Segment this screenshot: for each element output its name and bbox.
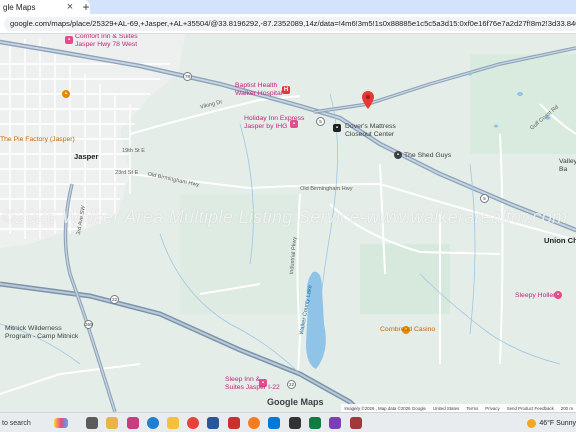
task-view-icon[interactable]	[86, 417, 98, 429]
label-holiday-inn[interactable]: Holiday Inn Express Jasper by IHG	[244, 115, 304, 131]
address-bar: google.com/maps/place/25329+AL-69,+Jaspe…	[0, 14, 576, 34]
app-icon-3[interactable]	[350, 417, 362, 429]
route-shield: 5	[480, 194, 489, 203]
label-old-birmingham-hwy-2: Old Birmingham Hwy	[300, 186, 353, 192]
app-icon[interactable]	[127, 417, 139, 429]
route-shield: 5	[316, 117, 325, 126]
label-shed-guys[interactable]: The Shed Guys	[404, 152, 451, 160]
hotel-icon[interactable]: ▪	[65, 36, 73, 44]
location-pin-icon[interactable]	[362, 91, 374, 109]
search-placeholder: to search	[2, 419, 31, 427]
label-sleep-inn[interactable]: Sleep Inn & Suites Jasper I-22	[225, 376, 280, 392]
pdf-icon[interactable]	[228, 417, 240, 429]
label-dovers-mattress[interactable]: Dover's Mattress Closeout Center	[345, 123, 396, 139]
mail-icon[interactable]	[268, 417, 280, 429]
label-sleepy-holler[interactable]: Sleepy Holler	[515, 292, 555, 300]
label-cornbread-casino[interactable]: Cornbread Casino	[380, 326, 435, 334]
label-19th-st: 19th St E	[122, 148, 146, 154]
url-text: google.com/maps/place/25329+AL-69,+Jaspe…	[10, 19, 576, 28]
taskbar-search[interactable]: to search	[0, 416, 82, 430]
app-icon-2[interactable]	[329, 417, 341, 429]
scale-bar: 200 m	[560, 405, 573, 411]
restaurant-icon[interactable]: ▪	[62, 90, 70, 98]
google-maps-logo: Google Maps	[267, 397, 324, 407]
region-link[interactable]: United States	[433, 406, 459, 411]
label-valley: Valley Ba	[559, 158, 576, 173]
route-shield: 78	[183, 72, 192, 81]
label-23rd-st: 23rd St E	[115, 170, 139, 176]
weather-icon	[527, 418, 537, 428]
imagery-credit: Imagery ©2026 , Map data ©2026 Google	[344, 405, 426, 411]
new-tab-button[interactable]: +	[80, 0, 92, 14]
terminal-icon[interactable]	[289, 417, 301, 429]
file-explorer-icon[interactable]	[167, 417, 179, 429]
shopping-icon[interactable]: ▪	[333, 124, 341, 132]
route-shield: 269	[84, 320, 93, 329]
tab-google-maps[interactable]: gle Maps ×	[0, 0, 90, 14]
label-jasper: Jasper	[74, 152, 99, 161]
excel-icon[interactable]	[309, 417, 321, 429]
weather-text: 46°F Sunny	[539, 419, 576, 427]
browser-tab-strip: gle Maps × +	[0, 0, 576, 14]
privacy-link[interactable]: Privacy	[485, 406, 499, 411]
map-canvas[interactable]: ©2026 Walker Area Multiple Listing Servi…	[0, 34, 576, 412]
firefox-icon[interactable]	[248, 417, 260, 429]
label-union-chapel: Union Chap	[544, 236, 576, 245]
chrome-icon[interactable]	[187, 417, 199, 429]
label-pie-factory[interactable]: The Pie Factory (Jasper)	[0, 136, 75, 144]
edge-icon[interactable]	[147, 417, 159, 429]
label-baptist-health[interactable]: Baptist Health Walker Hospital	[235, 82, 282, 98]
label-mitnick-wilderness[interactable]: Mitnick Wilderness Program - Camp Mitnic…	[5, 325, 78, 341]
terms-link[interactable]: Terms	[466, 406, 478, 411]
taskbar: to search 46°F Sunny	[0, 412, 576, 432]
word-icon[interactable]	[207, 417, 219, 429]
copilot-icon[interactable]	[54, 418, 68, 428]
route-shield: 22	[110, 295, 119, 304]
shop-icon[interactable]: ▪	[394, 151, 402, 159]
close-tab-icon[interactable]: ×	[64, 1, 76, 13]
map-attribution: Imagery ©2026 , Map data ©2026 Google Un…	[341, 404, 576, 412]
widgets-icon[interactable]	[106, 417, 118, 429]
label-comfort-inn[interactable]: Comfort Inn & Suites Jasper Hwy 78 West	[75, 34, 138, 49]
url-field[interactable]: google.com/maps/place/25329+AL-69,+Jaspe…	[4, 17, 576, 31]
system-tray[interactable]: 46°F Sunny	[527, 416, 576, 430]
hospital-icon[interactable]: H	[282, 86, 290, 94]
route-shield: 22	[287, 380, 296, 389]
feedback-link[interactable]: Send Product Feedback	[507, 406, 554, 411]
tab-title: gle Maps	[3, 2, 36, 12]
